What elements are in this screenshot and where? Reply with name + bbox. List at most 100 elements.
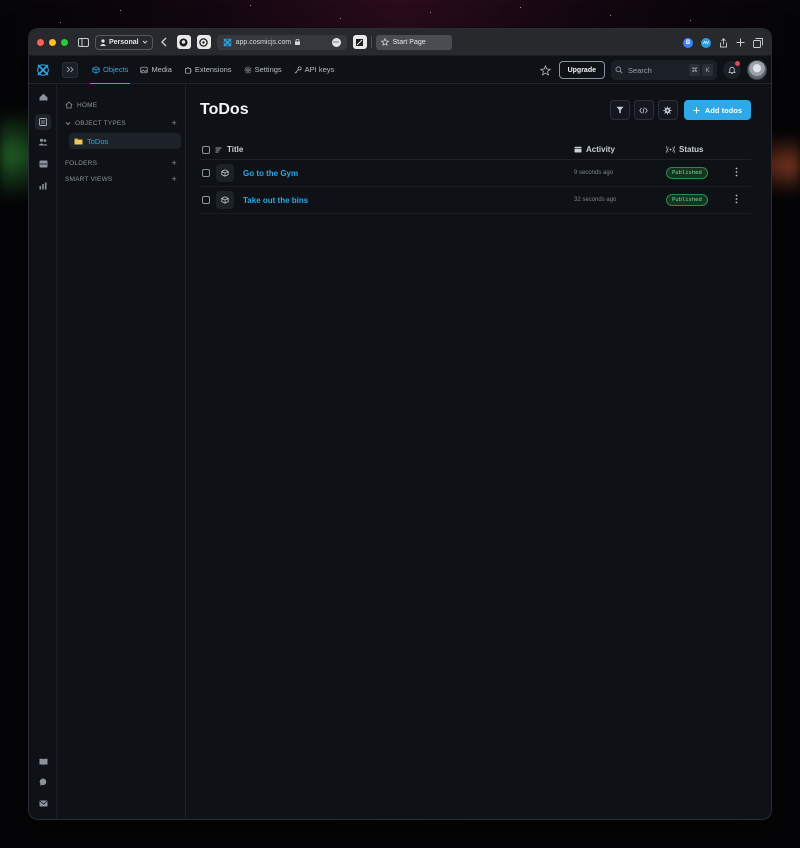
broadcast-icon: [666, 146, 675, 153]
expand-sidebar-button[interactable]: [62, 61, 78, 78]
analytics-icon[interactable]: [38, 181, 48, 191]
new-tab-icon[interactable]: [736, 38, 745, 47]
chat-icon[interactable]: [38, 777, 48, 787]
mail-icon[interactable]: [38, 798, 48, 808]
objects-rail-icon[interactable]: [35, 114, 51, 130]
object-cube-icon: [216, 164, 234, 182]
cosmic-logo[interactable]: [29, 56, 57, 84]
table-row[interactable]: Take out the bins 32 seconds ago Publish…: [200, 187, 751, 214]
chevron-down-icon: [65, 121, 71, 125]
nav-item-objects[interactable]: Objects: [86, 56, 134, 84]
star-icon: [380, 38, 389, 46]
folder-emoji-icon: [74, 138, 83, 145]
table-row[interactable]: Go to the Gym 9 seconds ago Published: [200, 160, 751, 187]
filter-button[interactable]: [609, 100, 630, 120]
search-input[interactable]: Search ⌘ K: [611, 60, 717, 80]
status-badge: Published: [666, 194, 708, 206]
address-bar[interactable]: app.cosmicjs.com: [216, 34, 347, 50]
github-icon[interactable]: [176, 35, 191, 49]
row-title-link[interactable]: Take out the bins: [243, 196, 308, 205]
bell-icon: [728, 66, 736, 74]
extension-av-icon[interactable]: AV: [701, 37, 711, 48]
notifications-button[interactable]: [723, 61, 741, 79]
main-content: ToDos Add todos Title Activity Status Go…: [186, 84, 771, 819]
tab-start-page[interactable]: Start Page: [375, 34, 452, 50]
star: [610, 15, 611, 16]
user-avatar[interactable]: [747, 60, 767, 80]
image-icon: [140, 66, 148, 73]
table-header: Title Activity Status: [200, 140, 751, 160]
add-folder-icon[interactable]: +: [172, 158, 177, 168]
chevron-down-icon: [142, 40, 147, 44]
share-icon[interactable]: [719, 37, 728, 48]
nav-item-extensions[interactable]: Extensions: [178, 56, 238, 84]
main-nav: Objects Media Extensions Settings API ke…: [86, 56, 340, 84]
profile-switcher[interactable]: Personal: [95, 34, 153, 50]
sidebar-section-folders[interactable]: FOLDERS +: [57, 155, 185, 171]
sidebar-item-home[interactable]: HOME: [57, 97, 185, 113]
nav-label: Settings: [254, 65, 282, 74]
profile-label: Personal: [109, 38, 139, 46]
close-window-button[interactable]: [37, 38, 44, 46]
minimize-window-button[interactable]: [49, 38, 56, 46]
nav-item-api-keys[interactable]: API keys: [288, 56, 341, 84]
nav-item-settings[interactable]: Settings: [238, 56, 288, 84]
code-icon: [639, 106, 649, 114]
inbox-icon[interactable]: [38, 159, 48, 169]
search-icon: [615, 66, 623, 74]
column-label: Activity: [586, 145, 615, 154]
star: [690, 20, 691, 21]
openai-icon[interactable]: [196, 35, 211, 49]
sidebar-label: HOME: [77, 101, 98, 109]
object-cube-icon: [216, 191, 234, 209]
sidebar-toggle-icon[interactable]: [78, 37, 89, 47]
nav-label: API keys: [304, 65, 335, 74]
column-header-activity[interactable]: Activity: [574, 145, 615, 154]
cosmic-logo-icon: [37, 63, 49, 76]
filter-icon: [616, 106, 624, 114]
more-options-icon[interactable]: [331, 37, 341, 47]
column-header-status[interactable]: Status: [666, 145, 703, 154]
row-checkbox[interactable]: [202, 169, 210, 177]
extension-b-icon[interactable]: B: [683, 37, 693, 48]
notification-dot: [735, 61, 740, 66]
star: [250, 5, 251, 6]
tab-overview-icon[interactable]: [753, 37, 763, 48]
nav-item-media[interactable]: Media: [134, 56, 177, 84]
upgrade-button[interactable]: Upgrade: [558, 61, 605, 79]
home-icon: [65, 101, 73, 109]
add-todos-button[interactable]: Add todos: [683, 100, 751, 120]
row-menu-icon[interactable]: [735, 167, 738, 179]
row-title-link[interactable]: Go to the Gym: [243, 169, 298, 178]
cosmic-app: Objects Media Extensions Settings API ke…: [29, 56, 771, 819]
docs-book-icon[interactable]: [38, 756, 48, 766]
url-text: app.cosmicjs.com: [235, 38, 292, 46]
select-all-checkbox[interactable]: [202, 145, 210, 154]
back-arrow-icon[interactable]: [160, 37, 167, 47]
sidebar-label: OBJECT TYPES: [75, 119, 126, 127]
column-header-title[interactable]: Title: [227, 145, 243, 154]
sidebar-item-todos[interactable]: ToDos: [69, 133, 181, 149]
sidebar-section-object-types[interactable]: OBJECT TYPES +: [57, 115, 185, 131]
nav-label: Extensions: [194, 65, 232, 74]
sort-lines-icon[interactable]: [215, 147, 222, 153]
row-checkbox[interactable]: [202, 196, 210, 204]
bucket-icon[interactable]: [38, 92, 48, 102]
sidebar: HOME OBJECT TYPES + ToDos FOLDERS + SMAR…: [57, 84, 186, 819]
row-menu-icon[interactable]: [735, 194, 738, 206]
pinned-tab-icon[interactable]: [352, 35, 367, 49]
sidebar-section-smart-views[interactable]: SMART VIEWS +: [57, 171, 185, 187]
code-button[interactable]: [633, 100, 654, 120]
add-smart-view-icon[interactable]: +: [172, 174, 177, 184]
zoom-window-button[interactable]: [61, 38, 68, 46]
favorite-star-icon[interactable]: [539, 64, 551, 76]
nav-label: Media: [151, 65, 172, 74]
puzzle-icon: [185, 66, 192, 74]
tab-label: Start Page: [392, 38, 426, 46]
users-icon[interactable]: [38, 137, 48, 147]
star: [340, 18, 341, 19]
settings-button[interactable]: [657, 100, 678, 120]
column-label: Status: [679, 145, 704, 154]
add-object-type-icon[interactable]: +: [172, 118, 177, 128]
cube-icon: [92, 65, 100, 74]
